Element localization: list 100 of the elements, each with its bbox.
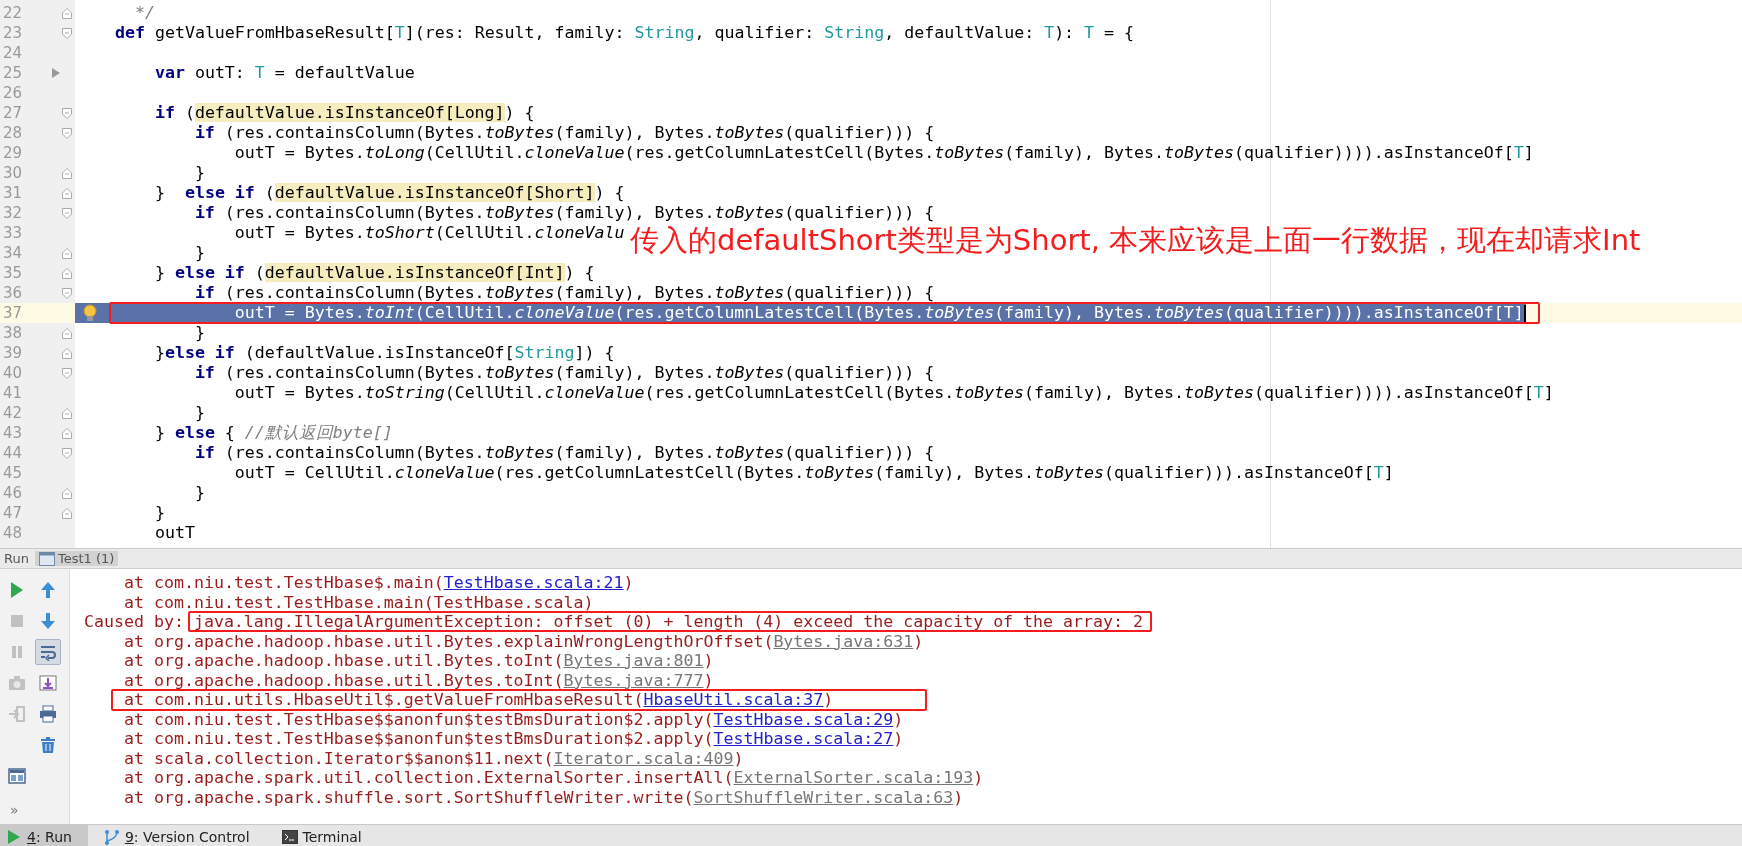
code-line: } [193,163,205,183]
code-line: */ [133,3,155,23]
source-link[interactable]: SortShuffleWriter.scala:63 [693,787,954,807]
fold-icon[interactable] [62,367,72,379]
code-line: outT = Bytes.toShort(CellUtil.cloneValu [233,223,625,243]
code-line: if (res.containsColumn(Bytes.toBytes(family), Bytes.toBytes(qualifier))) { [193,283,935,303]
line-number: 25 [2,64,24,82]
soft-wrap-icon[interactable] [38,643,57,661]
source-link[interactable]: HbaseUtil.scala:37 [643,690,824,709]
stack-trace-line: at org.apache.hadoop.hbase.util.Bytes.toInt(Bytes.java:801) [123,651,714,671]
line-number: 29 [2,144,24,162]
stack-trace-line: at com.niu.test.TestHbase.main(TestHbase.scala) [123,592,594,612]
fold-icon[interactable] [62,247,72,259]
code-line: if (res.containsColumn(Bytes.toBytes(family), Bytes.toBytes(qualifier))) { [193,363,935,383]
tool-window-tab[interactable]: 9: Version Control [97,825,266,846]
line-number: 48 [2,524,24,542]
fold-icon[interactable] [62,407,72,419]
code-line: outT [153,523,195,543]
terminal-icon [281,828,298,845]
line-number: 39 [2,344,24,362]
source-link[interactable]: Bytes.java:777 [563,670,704,690]
line-number: 33 [2,224,24,242]
lightbulb-icon[interactable] [82,304,98,322]
fold-icon[interactable] [62,187,72,199]
source-link[interactable]: Bytes.java:631 [773,631,914,651]
code-line: if (defaultValue.isInstanceOf[Long]) { [153,103,535,123]
code-line: } [153,503,165,523]
stack-trace-line: at com.niu.test.TestHbase$$anonfun$testBmsDuration$2.apply(TestHbase.scala:29) [123,709,904,729]
fold-icon[interactable] [62,27,72,39]
arrow-icon[interactable] [52,68,60,78]
line-number: 30 [2,164,24,182]
fold-icon[interactable] [62,127,72,139]
up-arrow-icon[interactable] [38,581,57,599]
layout-icon[interactable] [7,767,26,785]
stack-trace-line: at org.apache.hadoop.hbase.util.Bytes.explainWrongLengthOrOffset(Bytes.java:631) [123,631,924,651]
line-number: 27 [2,104,24,122]
line-number: 23 [2,24,24,42]
code-line: var outT: T = defaultValue [153,63,415,83]
code-line: } [193,243,205,263]
fold-icon[interactable] [62,487,72,499]
line-number: 26 [2,84,24,102]
more-tools-button[interactable]: » [10,802,19,818]
down-arrow-icon[interactable] [38,612,57,630]
fold-icon[interactable] [62,167,72,179]
line-number: 43 [2,424,24,442]
source-link[interactable]: TestHbase.scala:29 [713,709,894,729]
print-icon[interactable] [38,705,57,723]
line-number: 38 [2,324,24,342]
fold-icon[interactable] [62,507,72,519]
trash-icon[interactable] [38,736,57,754]
line-number: 44 [2,444,24,462]
line-number: 28 [2,124,24,142]
panel-title: Run [4,551,29,566]
fold-icon[interactable] [62,327,72,339]
code-line: if (res.containsColumn(Bytes.toBytes(family), Bytes.toBytes(qualifier))) { [193,123,935,143]
stack-trace-line: at com.niu.test.TestHbase$$anonfun$testBmsDuration$2.apply(TestHbase.scala:27) [123,729,904,749]
line-number: 35 [2,264,24,282]
source-link[interactable]: TestHbase.scala:21 [443,573,624,592]
stack-trace-line: at org.apache.spark.util.collection.ExternalSorter.insertAll(ExternalSorter.scala:193) [123,768,984,788]
line-number: 45 [2,464,24,482]
code-line: outT = Bytes.toString(CellUtil.cloneValue(res.getColumnLatestCell(Bytes.toBytes(family), Bytes.toBytes(qualifier)))).asInstanceOf[T] [233,383,1554,403]
source-link[interactable]: TestHbase.scala:27 [713,729,894,748]
source-link[interactable]: ExternalSorter.scala:193 [733,768,974,787]
line-number: 22 [2,4,24,22]
code-line: } else if (defaultValue.isInstanceOf[Short]) { [153,183,625,203]
console-icon [38,551,55,566]
fold-icon[interactable] [62,7,72,19]
annotation-text: 传入的defaultShort类型是为Short, 本来应该是上面一行数据，现在却请求Int [630,225,1641,255]
line-number: 42 [2,404,24,422]
code-line: if (res.containsColumn(Bytes.toBytes(family), Bytes.toBytes(qualifier))) { [193,443,935,463]
fold-icon[interactable] [62,347,72,359]
code-line: } else { //默认返回byte[] [153,423,393,443]
code-line: outT = Bytes.toLong(CellUtil.cloneValue(res.getColumnLatestCell(Bytes.toBytes(family), Bytes.toBytes(qualifier)))).asInstanceOf[T] [233,143,1534,163]
stack-trace-line: at org.apache.spark.shuffle.sort.SortShuffleWriter.write(SortShuffleWriter.scala:63) [123,787,964,807]
scroll-to-end-icon[interactable] [38,674,57,692]
stack-trace-line: at com.niu.test.TestHbase$.main(TestHbase.scala:21) [123,573,634,593]
line-number: 46 [2,484,24,502]
line-number: 31 [2,184,24,202]
code-line: } [193,323,205,343]
fold-icon[interactable] [62,427,72,439]
line-number: 37 [2,304,24,322]
code-line: } [193,403,205,423]
tool-window-tab[interactable]: 4: Run [0,825,88,846]
stack-trace-line: at scala.collection.Iterator$$anon$11.next(Iterator.scala:409) [123,748,744,768]
fold-icon[interactable] [62,447,72,459]
exception-line: Caused by: java.lang.IllegalArgumentException: offset (0) + length (4) exceed the capacity of the array: 2 [84,612,1143,632]
fold-icon[interactable] [62,287,72,299]
line-number: 36 [2,284,24,302]
line-number: 40 [2,364,24,382]
fold-icon[interactable] [62,267,72,279]
fold-icon[interactable] [62,107,72,119]
code-line: outT = CellUtil.cloneValue(res.getColumnLatestCell(Bytes.toBytes(family), Bytes.toBytes(qualifier))).asInstanceOf[T] [233,463,1394,483]
source-link[interactable]: Bytes.java:801 [563,651,704,670]
tool-window-tab[interactable]: Terminal [275,825,378,846]
stack-trace-line: at org.apache.hadoop.hbase.util.Bytes.toInt(Bytes.java:777) [123,670,714,690]
branch-icon [103,828,120,845]
source-link[interactable]: Iterator.scala:409 [553,748,734,768]
line-number: 41 [2,384,24,402]
fold-icon[interactable] [62,207,72,219]
run-tab[interactable]: Test1 (1) [34,551,119,566]
